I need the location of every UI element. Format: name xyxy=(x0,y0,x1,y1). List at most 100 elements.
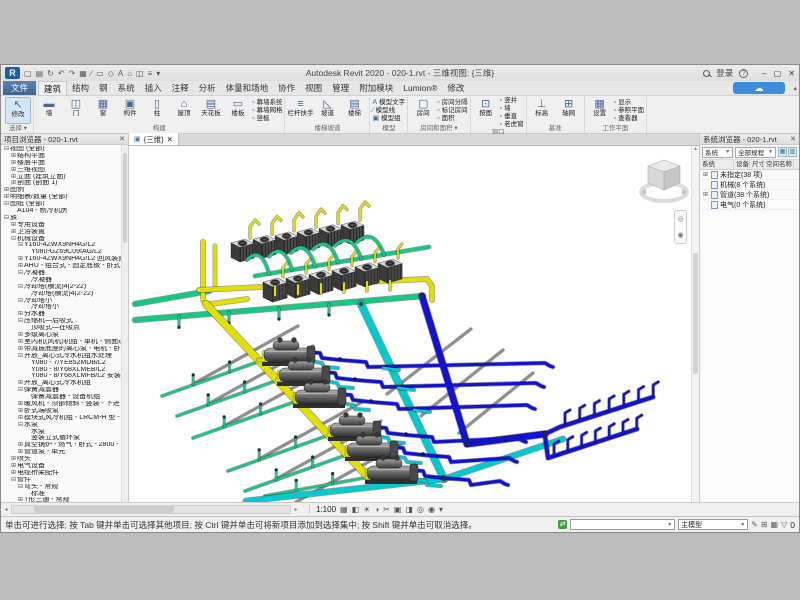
app-menu-button[interactable]: R xyxy=(5,67,20,79)
sun-path-icon[interactable]: ☀ xyxy=(363,505,370,514)
navigation-bar[interactable]: ◎ ◉ xyxy=(674,210,687,244)
hscroll-right-icon[interactable]: ▸ xyxy=(291,506,301,513)
column-settings-icon[interactable]: ▥ xyxy=(788,147,797,157)
tree-item[interactable]: ⊞电气设备 xyxy=(1,463,128,470)
press-drag-icon[interactable]: ▦ xyxy=(771,520,779,529)
ribbon-tab-协作[interactable]: 协作 xyxy=(273,81,300,95)
viewcube[interactable] xyxy=(639,154,689,210)
view-tab-close-icon[interactable]: ✕ xyxy=(167,135,173,144)
close-button[interactable]: ✕ xyxy=(788,69,795,78)
lock-3d-view-icon[interactable]: ◨ xyxy=(405,505,413,514)
tree-item[interactable]: ⊞卫浴装置 xyxy=(1,229,128,236)
tree-item[interactable]: 水泵 xyxy=(1,429,128,436)
tree-item[interactable]: Y080 - 7/YE852MDB/L2 xyxy=(1,360,128,367)
ribbon-button-柱[interactable]: ▯柱 xyxy=(144,97,170,124)
ribbon-button-坡道[interactable]: ◺坡道 xyxy=(314,97,340,124)
ribbon-button-墙[interactable]: ▫墙 xyxy=(500,105,524,112)
ribbon-button-墙[interactable]: ▬墙 xyxy=(36,97,62,124)
project-browser-scrollbar[interactable] xyxy=(121,145,128,502)
tree-item[interactable]: ⊟弹簧减震器 xyxy=(1,387,128,394)
exclude-options-icon[interactable]: ⊞ xyxy=(761,520,768,529)
editable-only-icon[interactable]: ✎ xyxy=(751,520,758,529)
tree-item[interactable]: ⊟管件 xyxy=(1,477,128,484)
ribbon-button-模型组[interactable]: ▣模型组 xyxy=(372,115,405,122)
ribbon-button-窗[interactable]: ▦窗 xyxy=(90,97,116,124)
zoom-icon[interactable]: ◉ xyxy=(677,231,683,239)
file-tab[interactable]: 文件 xyxy=(3,81,36,95)
ribbon-button-模型线[interactable]: ∕模型线 xyxy=(372,107,405,114)
worksets-select[interactable]: ▼ xyxy=(570,519,675,530)
tree-item[interactable]: ⊞剖面 (剖面 1) xyxy=(1,180,128,187)
tree-item[interactable]: ⊟冷却塔(横流)4(2-22) xyxy=(1,284,128,291)
tree-item[interactable]: ⊞模块式风冷机组 - LRCM-H 型 - 低噪音 - 108-175 CMH xyxy=(1,415,128,422)
ribbon-button-竖井[interactable]: ▫竖井 xyxy=(500,97,524,104)
ribbon-tab-视图[interactable]: 视图 xyxy=(300,81,327,95)
tree-item[interactable]: ⊟水泵 xyxy=(1,422,128,429)
tree-item[interactable]: ⊟冷却塔小 xyxy=(1,298,128,305)
tree-item[interactable]: ⊞电缆桥架配件 xyxy=(1,470,128,477)
tree-item[interactable]: 冷凝器 xyxy=(1,277,128,284)
steering-wheel-icon[interactable]: ◎ xyxy=(677,215,683,223)
crop-view-icon[interactable]: ✂ xyxy=(383,505,390,514)
tree-item[interactable]: Y080 - 8/Y68XLMEB/L2 xyxy=(1,367,128,374)
help-icon[interactable]: ? xyxy=(739,69,748,78)
ribbon-tab-注释[interactable]: 注释 xyxy=(167,81,194,95)
ribbon-button-按面[interactable]: ⊡按面 xyxy=(473,97,499,128)
default-3d-view-icon[interactable]: ⌂ xyxy=(127,69,132,78)
close-icon[interactable]: ✕ xyxy=(119,135,125,143)
tree-item[interactable]: 竖装立式循环泵 xyxy=(1,435,128,442)
tree-item[interactable]: 标准 xyxy=(1,491,128,498)
tree-item[interactable]: ⊞多级离心泵 xyxy=(1,332,128,339)
tree-item[interactable]: ⊞明细表/数量 (全部) xyxy=(1,194,128,201)
tree-item[interactable]: ⊞图例 xyxy=(1,187,128,194)
ribbon-button-房间分隔[interactable]: ▫房间分隔 xyxy=(437,99,467,106)
tree-item[interactable]: ⊞T形三通 - 常规 xyxy=(1,497,128,502)
ribbon-button-老虎窗[interactable]: ▫老虎窗 xyxy=(500,121,524,128)
tree-item[interactable]: 冷却塔小 xyxy=(1,304,128,311)
tree-item[interactable]: ⊞结构平面 xyxy=(1,153,128,160)
canvas-vertical-scrollbar[interactable]: ▲ xyxy=(691,146,699,502)
ribbon-button-幕墙系统[interactable]: ▫幕墙系统 xyxy=(252,99,282,106)
ribbon-button-参照平面[interactable]: ▫参照平面 xyxy=(614,107,644,114)
reveal-hidden-elements-icon[interactable]: ◉ xyxy=(428,505,435,514)
ribbon-button-查看器[interactable]: ▫查看器 xyxy=(614,115,644,122)
tree-item[interactable]: ⊟族 xyxy=(1,215,128,222)
temporary-hide-isolate-icon[interactable]: ◎ xyxy=(417,505,424,514)
tree-item[interactable]: ⊟图纸 (全部) xyxy=(1,201,128,208)
tree-item[interactable]: ⊞三维视图 xyxy=(1,167,128,174)
close-icon[interactable]: ✕ xyxy=(790,135,796,143)
ribbon-button-标记房间[interactable]: ▫标记房间 xyxy=(437,107,467,114)
ribbon-button-楼梯[interactable]: ▤楼梯 xyxy=(341,97,367,124)
sync-icon[interactable]: ↻ xyxy=(47,69,54,78)
column-header[interactable]: 尺寸 xyxy=(750,160,764,169)
system-row[interactable]: ⊞管道(38 个系统) xyxy=(700,190,799,200)
tag-by-category-icon[interactable]: ◇ xyxy=(108,69,114,78)
tree-item[interactable]: ⊞真空锅炉 - 燃气 - 卧式 - 2800 - 14000 kW xyxy=(1,442,128,449)
ribbon-button-标高[interactable]: ⊥标高 xyxy=(529,97,555,124)
ribbon-button-门[interactable]: ◫门 xyxy=(63,97,89,124)
tree-item[interactable]: ⊞分水器 xyxy=(1,311,128,318)
tree-item[interactable]: 弹簧减震器 - 设备机组 xyxy=(1,394,128,401)
ribbon-button-屋顶[interactable]: ⌂屋顶 xyxy=(171,97,197,124)
view-filter-select[interactable]: 系统▼ xyxy=(702,147,733,158)
visual-style-icon[interactable]: ◧ xyxy=(352,505,360,514)
tree-item[interactable]: 顶吸式—在吸点 xyxy=(1,325,128,332)
tree-item[interactable]: ⊟弯头 - 常规 xyxy=(1,484,128,491)
ribbon-tab-体量和场地[interactable]: 体量和场地 xyxy=(221,81,274,95)
minimize-button[interactable]: – xyxy=(762,69,766,78)
tree-item[interactable]: ⊟开放_离心式冷水机组水处理 xyxy=(1,353,128,360)
ribbon-button-轴网[interactable]: ⊞轴网 xyxy=(556,97,582,124)
thin-lines-icon[interactable]: ≡ xyxy=(148,69,153,78)
view-tab-3d[interactable]: ▣ {三维} ✕ xyxy=(129,133,179,145)
search-icon[interactable] xyxy=(703,70,710,77)
ribbon-button-设置[interactable]: ▦设置 xyxy=(587,97,613,124)
system-row[interactable]: 机械(8 个系统) xyxy=(700,180,799,190)
tree-item[interactable]: ⊞AHU - 组合式 - 固定底板 - 卧式 - 标准 - 2000 - 300… xyxy=(1,263,128,270)
cloud-plugin-button[interactable]: ☁ xyxy=(733,82,785,94)
ribbon-button-面积[interactable]: ▫面积 xyxy=(437,115,467,122)
redo-icon[interactable]: ↷ xyxy=(69,69,76,78)
tree-item[interactable]: ⊞带减振底座的离心泵 - 电机 - 卧式 - 底部吸入 xyxy=(1,346,128,353)
ribbon-tab-Lumion®[interactable]: Lumion® xyxy=(398,81,442,95)
tree-item[interactable]: ⊞卧式端吸泵 xyxy=(1,408,128,415)
discipline-filter-select[interactable]: 全部规程▼ xyxy=(735,147,776,158)
